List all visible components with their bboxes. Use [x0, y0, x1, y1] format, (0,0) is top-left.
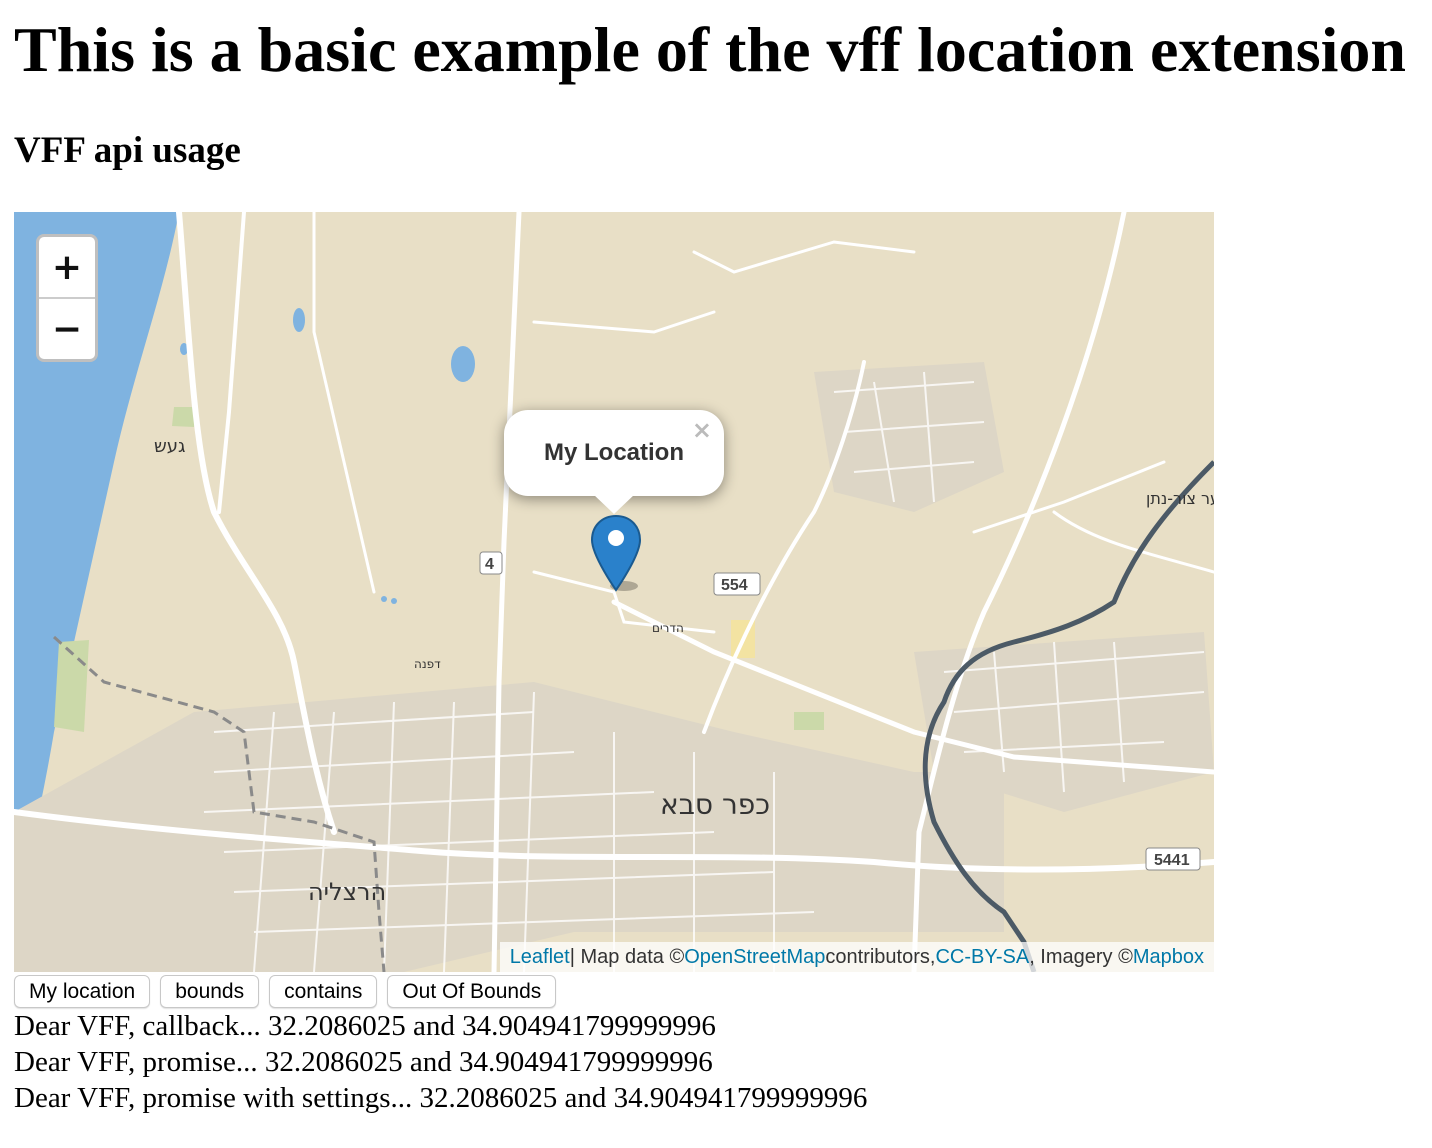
popup-close-icon[interactable]: × — [692, 416, 712, 444]
map-attribution: Leaflet | Map data © OpenStreetMap contr… — [499, 942, 1214, 972]
road-5441-label: 5441 — [1154, 852, 1190, 869]
road-4-label: 4 — [485, 556, 494, 573]
road-554-label: 554 — [721, 577, 748, 594]
output-log: Dear VFF, callback... 32.2086025 and 34.… — [14, 1008, 867, 1116]
leaflet-link[interactable]: Leaflet — [510, 946, 570, 969]
city-kfar-saba-label: כפר סבא — [660, 788, 770, 821]
log-line-promise: Dear VFF, promise... 32.2086025 and 34.9… — [14, 1046, 713, 1078]
location-marker-icon[interactable] — [590, 514, 642, 594]
yaar-label: יער צור-נתן — [1146, 489, 1214, 508]
map-container[interactable]: 4 554 5441 כפר סבא הרצליה געש יער צור-נת… — [14, 212, 1214, 972]
my-location-button[interactable]: My location — [14, 975, 151, 1008]
page-title: This is a basic example of the vff locat… — [14, 14, 1406, 85]
popup-text: My Location — [543, 439, 684, 466]
license-link[interactable]: CC-BY-SA — [935, 946, 1029, 969]
attribution-text-3: , Imagery © — [1029, 945, 1133, 968]
popup-tip — [593, 494, 635, 514]
log-line-callback: Dear VFF, callback... 32.2086025 and 34.… — [14, 1010, 716, 1042]
section-subtitle: VFF api usage — [14, 130, 241, 171]
openstreetmap-link[interactable]: OpenStreetMap — [684, 946, 825, 969]
attribution-text-2: contributors, — [825, 945, 936, 968]
attribution-text-1: | Map data © — [569, 945, 685, 968]
zoom-control: + − — [36, 234, 98, 362]
contains-button[interactable]: contains — [269, 975, 378, 1008]
location-popup: My Location × — [504, 410, 724, 514]
hadarim-label: הדרים — [652, 621, 684, 635]
mapbox-link[interactable]: Mapbox — [1133, 946, 1204, 969]
log-line-promise-settings: Dear VFF, promise with settings... 32.20… — [14, 1082, 868, 1114]
bounds-button[interactable]: bounds — [160, 975, 260, 1008]
action-buttons: My location bounds contains Out Of Bound… — [14, 975, 557, 1008]
gaash-label: געש — [154, 436, 185, 457]
zoom-in-button[interactable]: + — [39, 237, 95, 297]
city-herzliya-label: הרצליה — [308, 878, 386, 906]
dafna-label: דפנה — [414, 657, 441, 671]
out-of-bounds-button[interactable]: Out Of Bounds — [387, 975, 557, 1008]
zoom-out-button[interactable]: − — [39, 297, 95, 359]
